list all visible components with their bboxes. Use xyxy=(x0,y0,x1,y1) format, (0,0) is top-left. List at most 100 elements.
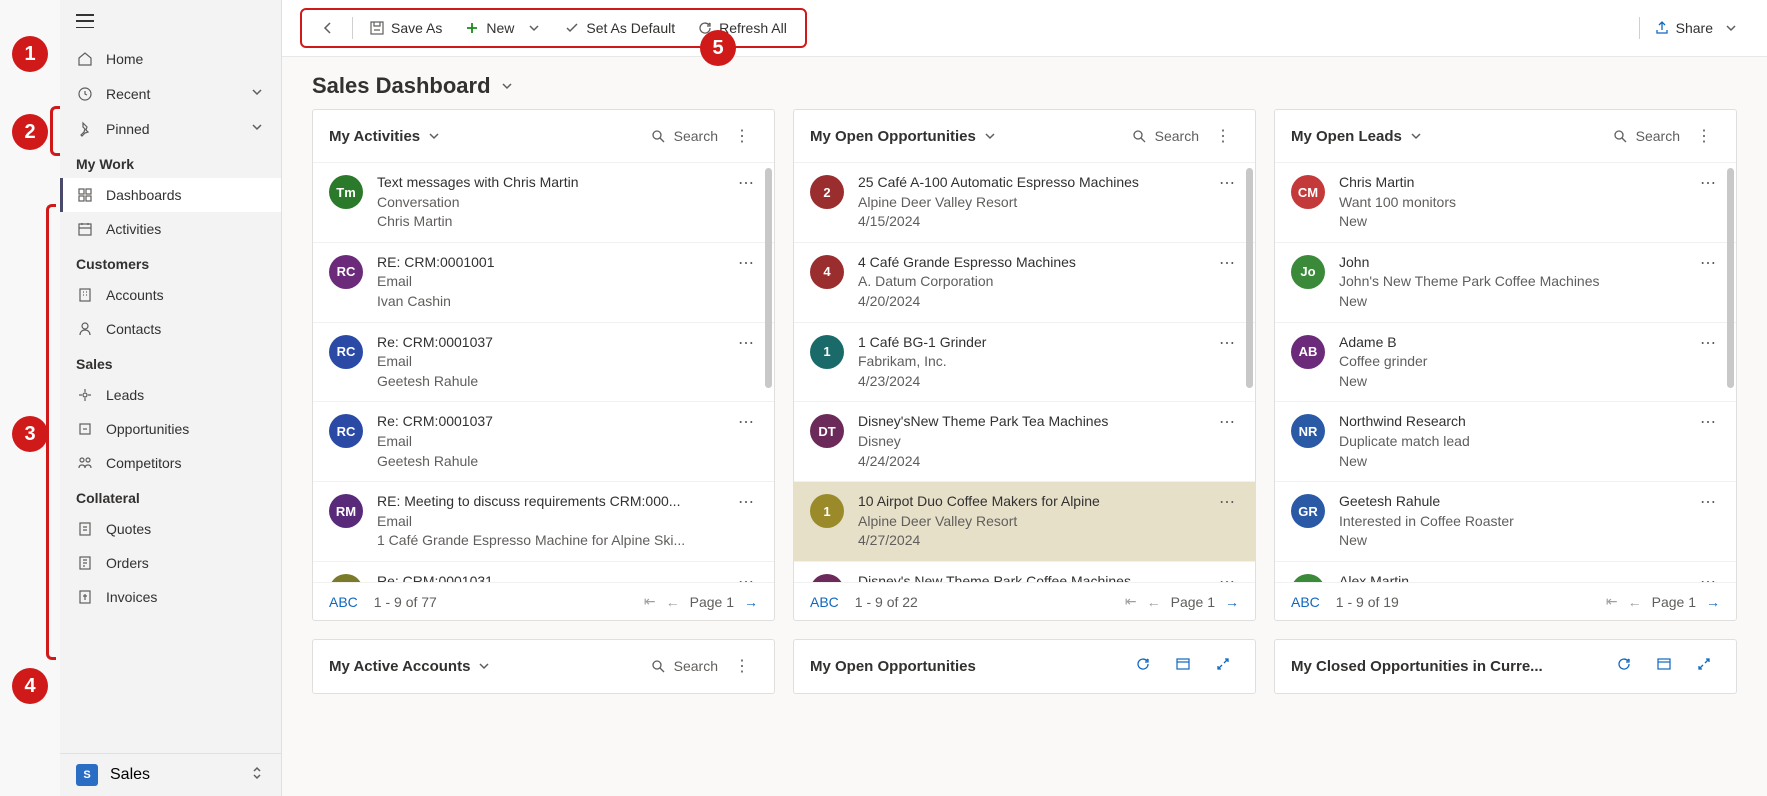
row-actions[interactable]: ⋯ xyxy=(1215,412,1239,432)
list-item[interactable]: RCRe: CRM:0001037EmailGeetesh Rahule⋯ xyxy=(313,401,774,481)
list-item-body: Re: CRM:0001037EmailGeetesh Rahule xyxy=(377,412,720,471)
nav-pinned[interactable]: Pinned xyxy=(60,111,281,146)
sidebar: Home Recent Pinned My Work Dashboards Ac… xyxy=(60,0,282,796)
row-actions[interactable]: ⋯ xyxy=(1696,173,1720,193)
nav-competitors-label: Competitors xyxy=(106,455,181,471)
nav-activities[interactable]: Activities xyxy=(60,212,281,246)
card-menu[interactable]: ⋮ xyxy=(726,652,758,680)
card-menu[interactable]: ⋮ xyxy=(1207,122,1239,150)
row-actions[interactable]: ⋯ xyxy=(1696,412,1720,432)
page-first[interactable]: ⇤ xyxy=(1125,593,1137,610)
page-prev[interactable]: ← xyxy=(1628,594,1642,610)
records-button[interactable] xyxy=(1167,652,1199,681)
row-actions[interactable]: ⋯ xyxy=(734,572,758,582)
abc-filter[interactable]: ABC xyxy=(329,594,358,610)
list-item[interactable]: CMChris MartinWant 100 monitorsNew⋯ xyxy=(1275,162,1736,242)
records-button[interactable] xyxy=(1648,652,1680,681)
list-item[interactable]: DTDisney'sNew Theme Park Tea MachinesDis… xyxy=(794,401,1255,481)
card-search[interactable]: Search xyxy=(650,658,718,674)
list-item[interactable]: JoJohnJohn's New Theme Park Coffee Machi… xyxy=(1275,242,1736,322)
expand-button[interactable] xyxy=(1688,652,1720,681)
row-actions[interactable]: ⋯ xyxy=(1696,492,1720,512)
scrollbar[interactable] xyxy=(765,168,772,388)
hamburger-icon[interactable] xyxy=(76,14,94,28)
list-item[interactable]: RCRe: CRM:0001031EmailDevansh Choure⋯ xyxy=(313,561,774,582)
nav-recent[interactable]: Recent xyxy=(60,76,281,111)
page-first[interactable]: ⇤ xyxy=(644,593,656,610)
nav-home-label: Home xyxy=(106,51,143,67)
row-actions[interactable]: ⋯ xyxy=(1215,253,1239,273)
list-item-sub: Alpine Deer Valley Resort xyxy=(858,193,1201,213)
nav-invoices[interactable]: Invoices xyxy=(60,580,281,614)
card-title[interactable]: My Active Accounts xyxy=(329,658,492,675)
nav-opportunities[interactable]: Opportunities xyxy=(60,412,281,446)
nav-leads[interactable]: Leads xyxy=(60,378,281,412)
list-item[interactable]: RMRE: Meeting to discuss requirements CR… xyxy=(313,481,774,561)
list-item[interactable]: TmText messages with Chris MartinConvers… xyxy=(313,162,774,242)
card-title[interactable]: My Activities xyxy=(329,128,442,145)
card-menu[interactable]: ⋮ xyxy=(726,122,758,150)
row-actions[interactable]: ⋯ xyxy=(1696,572,1720,582)
refresh-button[interactable] xyxy=(1127,652,1159,681)
list-item[interactable]: 44 Café Grande Espresso MachinesA. Datum… xyxy=(794,242,1255,322)
card-title[interactable]: My Open Opportunities xyxy=(810,128,998,145)
nav-home[interactable]: Home xyxy=(60,42,281,76)
card-search[interactable]: Search xyxy=(1131,128,1199,144)
card-menu[interactable]: ⋮ xyxy=(1688,122,1720,150)
toolbar: Save As New Set As Default Refresh All xyxy=(282,0,1767,57)
page-prev[interactable]: ← xyxy=(1147,594,1161,610)
card-search[interactable]: Search xyxy=(650,128,718,144)
area-switcher[interactable]: S Sales xyxy=(60,753,281,796)
row-actions[interactable]: ⋯ xyxy=(1215,492,1239,512)
avatar: 2 xyxy=(810,175,844,209)
list-item[interactable]: 110 Airpot Duo Coffee Makers for AlpineA… xyxy=(794,481,1255,561)
list-item-body: Alex MartinTesting duplicate matching fo… xyxy=(1339,572,1682,582)
nav-accounts[interactable]: Accounts xyxy=(60,278,281,312)
back-button[interactable] xyxy=(310,14,346,42)
nav-dashboards[interactable]: Dashboards xyxy=(60,178,281,212)
row-actions[interactable]: ⋯ xyxy=(734,173,758,193)
page-prev[interactable]: ← xyxy=(666,594,680,610)
page-title[interactable]: Sales Dashboard xyxy=(312,73,515,99)
save-as-button[interactable]: Save As xyxy=(359,14,452,42)
row-actions[interactable]: ⋯ xyxy=(1696,333,1720,353)
row-actions[interactable]: ⋯ xyxy=(734,492,758,512)
list-item[interactable]: DNDisney's New Theme Park Coffee Machine… xyxy=(794,561,1255,582)
page-first[interactable]: ⇤ xyxy=(1606,593,1618,610)
list-item[interactable]: GRGeetesh RahuleInterested in Coffee Roa… xyxy=(1275,481,1736,561)
list-item[interactable]: AMAlex MartinTesting duplicate matching … xyxy=(1275,561,1736,582)
expand-button[interactable] xyxy=(1207,652,1239,681)
list-item[interactable]: 225 Café A-100 Automatic Espresso Machin… xyxy=(794,162,1255,242)
list-item-sub: Conversation xyxy=(377,193,720,213)
list-item[interactable]: RCRE: CRM:0001001EmailIvan Cashin⋯ xyxy=(313,242,774,322)
refresh-button[interactable] xyxy=(1608,652,1640,681)
row-actions[interactable]: ⋯ xyxy=(734,253,758,273)
nav-orders[interactable]: Orders xyxy=(60,546,281,580)
page-next[interactable]: → xyxy=(744,594,758,610)
row-actions[interactable]: ⋯ xyxy=(1696,253,1720,273)
row-actions[interactable]: ⋯ xyxy=(1215,572,1239,582)
row-actions[interactable]: ⋯ xyxy=(1215,333,1239,353)
page-next[interactable]: → xyxy=(1225,594,1239,610)
abc-filter[interactable]: ABC xyxy=(1291,594,1320,610)
nav-competitors[interactable]: Competitors xyxy=(60,446,281,480)
nav-quotes[interactable]: Quotes xyxy=(60,512,281,546)
list-item[interactable]: 11 Café BG-1 GrinderFabrikam, Inc.4/23/2… xyxy=(794,322,1255,402)
list-item[interactable]: ABAdame BCoffee grinderNew⋯ xyxy=(1275,322,1736,402)
scrollbar[interactable] xyxy=(1246,168,1253,388)
row-actions[interactable]: ⋯ xyxy=(734,333,758,353)
abc-filter[interactable]: ABC xyxy=(810,594,839,610)
search-icon xyxy=(650,128,666,144)
page-next[interactable]: → xyxy=(1706,594,1720,610)
card-title[interactable]: My Open Leads xyxy=(1291,128,1424,145)
scrollbar[interactable] xyxy=(1727,168,1734,388)
list-item[interactable]: RCRe: CRM:0001037EmailGeetesh Rahule⋯ xyxy=(313,322,774,402)
card-search[interactable]: Search xyxy=(1612,128,1680,144)
set-default-button[interactable]: Set As Default xyxy=(554,14,685,42)
list-item[interactable]: NRNorthwind ResearchDuplicate match lead… xyxy=(1275,401,1736,481)
row-actions[interactable]: ⋯ xyxy=(1215,173,1239,193)
share-button[interactable]: Share xyxy=(1644,14,1749,42)
row-actions[interactable]: ⋯ xyxy=(734,412,758,432)
new-button[interactable]: New xyxy=(454,14,552,42)
nav-contacts[interactable]: Contacts xyxy=(60,312,281,346)
